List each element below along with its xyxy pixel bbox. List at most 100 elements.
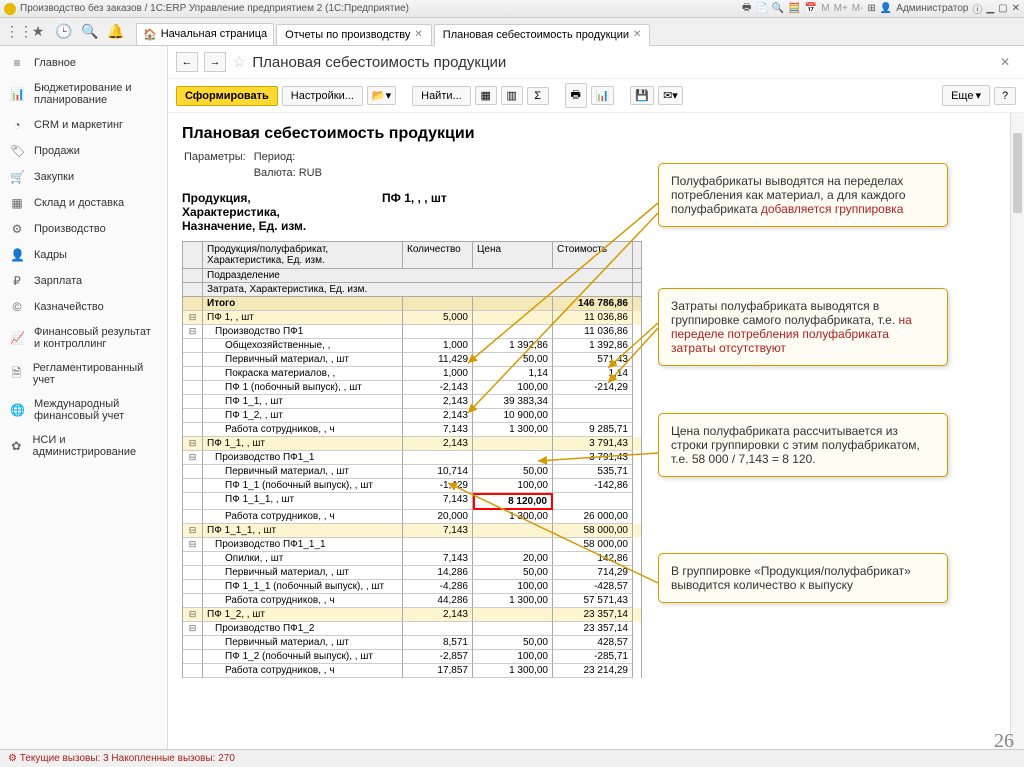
table-row[interactable]: Итого146 786,86	[182, 297, 642, 311]
star-icon[interactable]: ★	[30, 24, 46, 40]
restore-icon[interactable]: ▢	[998, 3, 1007, 14]
table-row[interactable]: ПФ 1 (побочный выпуск), , шт-2,143100,00…	[182, 381, 642, 395]
sidebar-item[interactable]: 📈Финансовый результат и контроллинг	[0, 320, 167, 356]
sidebar-item[interactable]: 📊Бюджетирование и планирование	[0, 76, 167, 112]
toggle-icon[interactable]	[183, 297, 203, 311]
toggle-icon[interactable]	[183, 353, 203, 367]
toggle-icon[interactable]	[183, 552, 203, 566]
search2-icon[interactable]: 🔍	[82, 24, 98, 40]
tab-close-icon[interactable]: ✕	[633, 29, 641, 40]
toggle-icon[interactable]	[183, 339, 203, 353]
toggle-icon[interactable]: ⊟	[183, 311, 203, 325]
m-minus-icon[interactable]: M-	[852, 3, 864, 14]
table-row[interactable]: Опилки, , шт7,14320,00142,86	[182, 552, 642, 566]
sum-button[interactable]: Σ	[527, 87, 549, 105]
sidebar-item[interactable]: 🗎Регламентированный учет	[0, 356, 167, 392]
table-row[interactable]: Первичный материал, , шт11,42950,00571,4…	[182, 353, 642, 367]
toggle-icon[interactable]: ⊟	[183, 325, 203, 339]
minimize-icon[interactable]: ▁	[986, 3, 994, 14]
toggle-icon[interactable]	[183, 479, 203, 493]
back-button[interactable]: ←	[176, 52, 198, 72]
table-row[interactable]: ⊟Производство ПФ1_1_158 000,00	[182, 538, 642, 552]
history-icon[interactable]: 🕒	[56, 24, 72, 40]
toggle-icon[interactable]: ⊟	[183, 437, 203, 451]
settings-button[interactable]: Настройки...	[282, 86, 363, 106]
table-row[interactable]: Работа сотрудников, , ч44,2861 300,0057 …	[182, 594, 642, 608]
cal-icon[interactable]: 📅	[805, 3, 817, 14]
table-row[interactable]: ⊟ПФ 1_2, , шт2,14323 357,14	[182, 608, 642, 622]
table-row[interactable]: Первичный материал, , шт14,28650,00714,2…	[182, 566, 642, 580]
forward-button[interactable]: →	[204, 52, 226, 72]
sidebar-item[interactable]: 🌐Международный финансовый учет	[0, 392, 167, 428]
tab-cost[interactable]: Плановая себестоимость продукции ✕	[434, 24, 651, 46]
scrollbar-vertical[interactable]	[1010, 113, 1024, 749]
toggle-icon[interactable]	[183, 510, 203, 524]
table-row[interactable]: Первичный материал, , шт8,57150,00428,57	[182, 636, 642, 650]
toggle-icon[interactable]	[183, 381, 203, 395]
more-button[interactable]: Еще ▾	[942, 85, 990, 106]
table-row[interactable]: Покраска материалов, ,1,0001,141,14	[182, 367, 642, 381]
bell-icon[interactable]: 🔔	[108, 24, 124, 40]
table-row[interactable]: ⊟Производство ПФ111 036,86	[182, 325, 642, 339]
table-row[interactable]: ⊟ПФ 1, , шт5,00011 036,86	[182, 311, 642, 325]
tab-home[interactable]: 🏠 Начальная страница	[136, 23, 274, 45]
print-icon[interactable]: 🖶	[742, 0, 751, 17]
tab-close-icon[interactable]: ✕	[414, 29, 422, 40]
toggle-icon[interactable]: ⊟	[183, 524, 203, 538]
find-button[interactable]: Найти...	[412, 86, 471, 106]
toggle-icon[interactable]	[183, 636, 203, 650]
sidebar-item[interactable]: ✿НСИ и администрирование	[0, 428, 167, 464]
calc-icon[interactable]: 🧮	[788, 3, 800, 14]
m-plus-icon[interactable]: M+	[834, 3, 848, 14]
sidebar-item[interactable]: ₽Зарплата	[0, 268, 167, 294]
print-button[interactable]: 🖶	[565, 83, 587, 108]
user-icon[interactable]: 👤	[880, 3, 892, 14]
toggle-icon[interactable]	[183, 395, 203, 409]
sidebar-item[interactable]: ⚙Производство	[0, 216, 167, 242]
toggle-icon[interactable]	[183, 566, 203, 580]
table-row[interactable]: ⊟Производство ПФ1_13 791,43	[182, 451, 642, 465]
table-row[interactable]: Первичный материал, , шт10,71450,00535,7…	[182, 465, 642, 479]
toggle-icon[interactable]: ⊟	[183, 451, 203, 465]
file-icon[interactable]: 📄	[755, 3, 767, 14]
toggle-icon[interactable]	[183, 594, 203, 608]
toggle-icon[interactable]	[183, 493, 203, 510]
user-label[interactable]: Администратор	[896, 3, 968, 14]
variants-button[interactable]: 📂▾	[367, 86, 396, 105]
search-icon[interactable]: 🔍	[772, 3, 784, 14]
table-row[interactable]: ПФ 1_1_1, , шт7,1438 120,00	[182, 493, 642, 510]
sidebar-item[interactable]: 🛒Закупки	[0, 164, 167, 190]
run-button[interactable]: Сформировать	[176, 86, 278, 106]
scrollbar-thumb[interactable]	[1013, 133, 1022, 213]
toggle-icon[interactable]	[183, 465, 203, 479]
table-row[interactable]: Работа сотрудников, , ч17,8571 300,0023 …	[182, 664, 642, 678]
table-row[interactable]: ПФ 1_2, , шт2,14310 900,00	[182, 409, 642, 423]
close-icon[interactable]: ✕	[1012, 3, 1020, 14]
toggle-icon[interactable]	[183, 367, 203, 381]
tab-reports[interactable]: Отчеты по производству ✕	[276, 24, 432, 45]
toggle-icon[interactable]	[183, 409, 203, 423]
close-page-button[interactable]: ✕	[994, 53, 1016, 71]
table-row[interactable]: ПФ 1_1_1 (побочный выпуск), , шт-4,28610…	[182, 580, 642, 594]
mail-button[interactable]: ✉▾	[658, 86, 683, 105]
sidebar-item[interactable]: 👤Кадры	[0, 242, 167, 268]
m-icon[interactable]: M	[821, 3, 829, 14]
toggle-icon[interactable]: ⊟	[183, 608, 203, 622]
table-row[interactable]: ПФ 1_1, , шт2,14339 383,34	[182, 395, 642, 409]
toggle-icon[interactable]	[183, 650, 203, 664]
toggle-icon[interactable]	[183, 664, 203, 678]
help-button[interactable]: ?	[994, 87, 1016, 105]
toggle-icon[interactable]	[183, 423, 203, 437]
table-row[interactable]: ПФ 1_1 (побочный выпуск), , шт-1,429100,…	[182, 479, 642, 493]
apps-icon[interactable]: ⋮⋮⋮	[4, 24, 20, 40]
sidebar-item[interactable]: ▦Склад и доставка	[0, 190, 167, 216]
table-row[interactable]: Работа сотрудников, , ч20,0001 300,0026 …	[182, 510, 642, 524]
table-row[interactable]: Общехозяйственные, ,1,0001 392,861 392,8…	[182, 339, 642, 353]
favorite-icon[interactable]: ☆	[232, 52, 246, 72]
sidebar-item[interactable]: ≡Главное	[0, 50, 167, 76]
table-row[interactable]: ⊟ПФ 1_1_1, , шт7,14358 000,00	[182, 524, 642, 538]
save-button[interactable]: 💾	[630, 86, 654, 105]
toggle-icon[interactable]: ⊟	[183, 538, 203, 552]
toggle-icon[interactable]	[183, 580, 203, 594]
expand-button[interactable]: ▦	[475, 86, 497, 105]
